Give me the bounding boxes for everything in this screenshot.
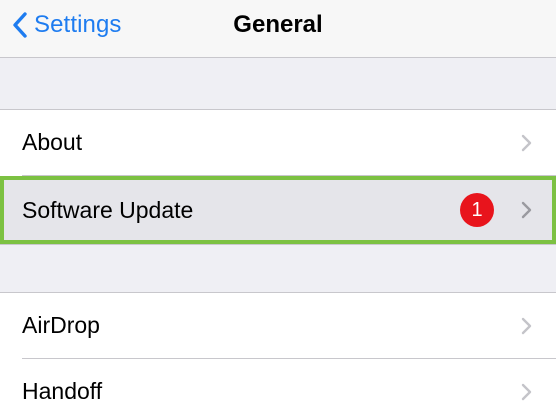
chevron-right-icon: [521, 317, 532, 335]
row-label: AirDrop: [22, 312, 100, 338]
row-label: Handoff: [22, 378, 103, 404]
row-handoff[interactable]: Handoff: [0, 359, 556, 418]
chevron-right-icon: [521, 383, 532, 401]
row-about[interactable]: About: [0, 110, 556, 175]
row-label: About: [22, 129, 83, 155]
page-title: General: [233, 11, 323, 38]
settings-group-sharing: AirDrop Handoff: [0, 292, 556, 418]
settings-general-screen: Settings General About Software Update 1: [0, 0, 556, 418]
settings-group-general: About Software Update 1: [0, 109, 556, 245]
navigation-bar: Settings General: [0, 0, 556, 58]
chevron-right-icon: [521, 201, 532, 219]
row-software-update[interactable]: Software Update 1: [0, 176, 556, 244]
row-label: Software Update: [22, 196, 194, 223]
notification-badge: 1: [460, 193, 494, 227]
chevron-right-icon: [521, 134, 532, 152]
row-airdrop[interactable]: AirDrop: [0, 293, 556, 358]
